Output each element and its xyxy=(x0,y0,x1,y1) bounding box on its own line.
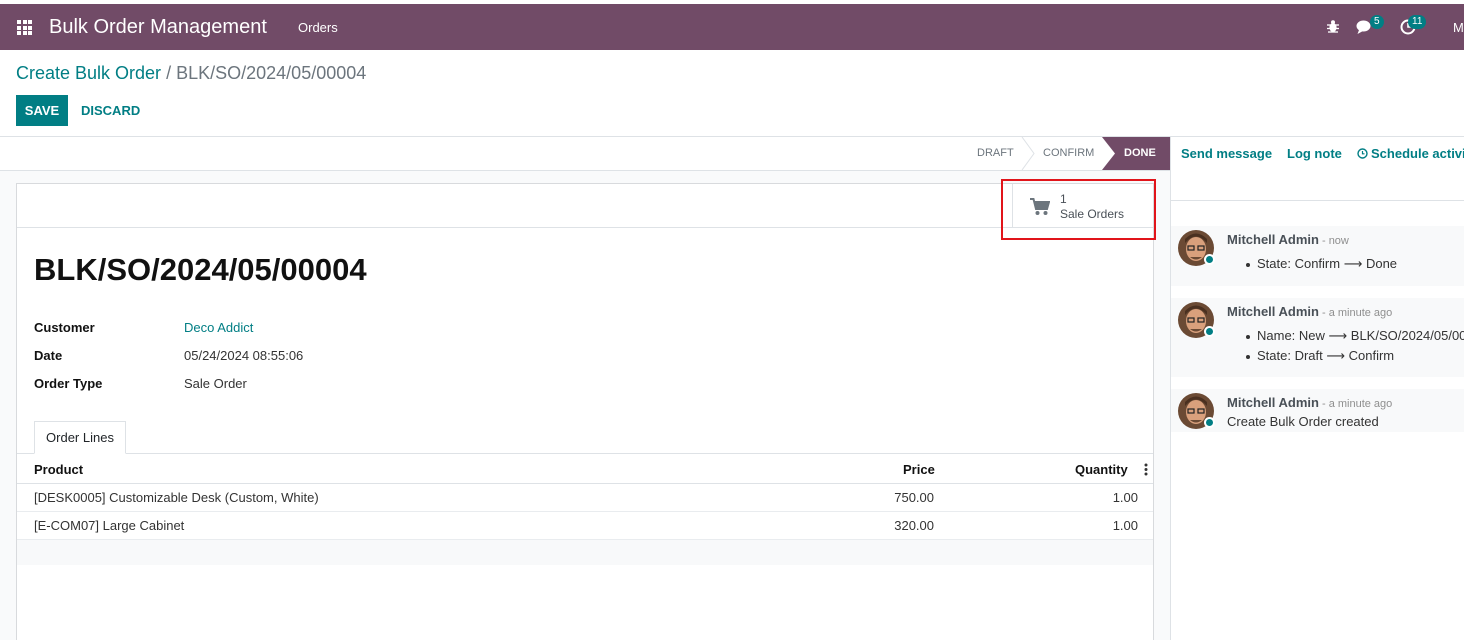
activity-count-badge: 11 xyxy=(1408,15,1427,29)
table-row[interactable]: [DESK0005] Customizable Desk (Custom, Wh… xyxy=(17,484,1153,512)
message-author: Mitchell Admin - a minute ago xyxy=(1227,304,1393,319)
optional-columns-icon[interactable] xyxy=(1144,463,1148,476)
message-time: - a minute ago xyxy=(1321,307,1393,319)
save-button[interactable]: SAVE xyxy=(16,95,68,126)
sale-orders-count: 1 xyxy=(1060,192,1067,206)
messaging-count-badge: 5 xyxy=(1370,15,1384,29)
online-status-indicator xyxy=(1204,254,1215,265)
date-label: Date xyxy=(34,348,63,363)
order-type-field[interactable]: Sale Order xyxy=(184,376,247,391)
table-row[interactable]: [E-COM07] Large Cabinet 320.00 1.00 xyxy=(17,512,1153,540)
top-navbar: Bulk Order Management Orders 5 11 M xyxy=(0,4,1464,50)
column-quantity[interactable]: Quantity xyxy=(1075,462,1128,477)
line-quantity: 1.00 xyxy=(1112,490,1138,505)
breadcrumb-separator: / xyxy=(166,63,172,83)
chatter-message: Mitchell Admin - a minute ago Name: New ⟶… xyxy=(1171,298,1464,377)
debug-bug-icon[interactable] xyxy=(1326,18,1340,34)
line-quantity: 1.00 xyxy=(1112,518,1138,533)
chatter-panel: Send message Log note Schedule activity … xyxy=(1170,137,1464,640)
discard-button[interactable]: DISCARD xyxy=(81,95,140,126)
form-sheet: 1 Sale Orders BLK/SO/2024/05/00004 Custo… xyxy=(16,183,1154,640)
line-product: [DESK0005] Customizable Desk (Custom, Wh… xyxy=(34,490,319,505)
customer-field[interactable]: Deco Addict xyxy=(184,320,253,335)
stage-confirm[interactable]: CONFIRM xyxy=(1043,137,1094,170)
stage-draft[interactable]: DRAFT xyxy=(977,137,1014,170)
column-product[interactable]: Product xyxy=(34,462,83,477)
tracking-value: State: Draft ⟶ Confirm xyxy=(1245,348,1395,363)
smart-button-box: 1 Sale Orders xyxy=(17,184,1153,228)
chatter-topbar: Send message Log note Schedule activity xyxy=(1171,137,1464,201)
menu-orders[interactable]: Orders xyxy=(298,20,338,35)
order-type-label: Order Type xyxy=(34,376,103,391)
order-lines-header: Product Price Quantity xyxy=(17,454,1153,484)
sale-orders-smart-button[interactable]: 1 Sale Orders xyxy=(1012,184,1153,228)
chatter-message: Mitchell Admin - now State: Confirm ⟶ Don… xyxy=(1171,226,1464,286)
stage-separator-chevron xyxy=(1021,137,1035,170)
message-author: Mitchell Admin - a minute ago xyxy=(1227,395,1393,410)
date-field[interactable]: 05/24/2024 08:55:06 xyxy=(184,348,303,363)
stage-done-arrow xyxy=(1102,137,1115,170)
breadcrumb-parent[interactable]: Create Bulk Order xyxy=(16,63,161,83)
app-title[interactable]: Bulk Order Management xyxy=(49,16,267,39)
send-message-button[interactable]: Send message xyxy=(1181,146,1272,161)
sale-orders-label: Sale Orders xyxy=(1060,207,1125,221)
customer-label: Customer xyxy=(34,320,95,335)
status-bar: DRAFT CONFIRM DONE xyxy=(0,137,1170,171)
clock-icon xyxy=(1357,148,1368,159)
message-time: - now xyxy=(1321,235,1349,247)
column-price[interactable]: Price xyxy=(903,462,935,477)
online-status-indicator xyxy=(1204,326,1215,337)
tracking-value: Name: New ⟶ BLK/SO/2024/05/00004 xyxy=(1245,328,1464,344)
tracking-value: State: Confirm ⟶ Done xyxy=(1245,256,1398,271)
chatter-message: Mitchell Admin - a minute ago Create Bulk… xyxy=(1171,389,1464,432)
empty-table-row xyxy=(17,540,1153,565)
line-price: 320.00 xyxy=(894,518,934,533)
online-status-indicator xyxy=(1204,417,1215,428)
log-note-button[interactable]: Log note xyxy=(1287,146,1342,161)
breadcrumb-current: BLK/SO/2024/05/00004 xyxy=(176,63,367,83)
message-author: Mitchell Admin - now xyxy=(1227,232,1349,247)
schedule-activity-label: Schedule activity xyxy=(1371,146,1464,161)
cart-icon xyxy=(1030,198,1050,215)
message-time: - a minute ago xyxy=(1321,398,1393,410)
breadcrumb: Create Bulk Order / BLK/SO/2024/05/00004 xyxy=(16,63,366,84)
message-body: Create Bulk Order created xyxy=(1227,414,1379,429)
schedule-activity-button[interactable]: Schedule activity xyxy=(1357,146,1464,161)
line-price: 750.00 xyxy=(894,490,934,505)
record-title: BLK/SO/2024/05/00004 xyxy=(34,252,367,287)
apps-menu-icon[interactable] xyxy=(17,20,32,35)
user-menu[interactable]: M xyxy=(1453,20,1464,35)
line-product: [E-COM07] Large Cabinet xyxy=(34,518,185,533)
tab-order-lines[interactable]: Order Lines xyxy=(34,421,126,454)
